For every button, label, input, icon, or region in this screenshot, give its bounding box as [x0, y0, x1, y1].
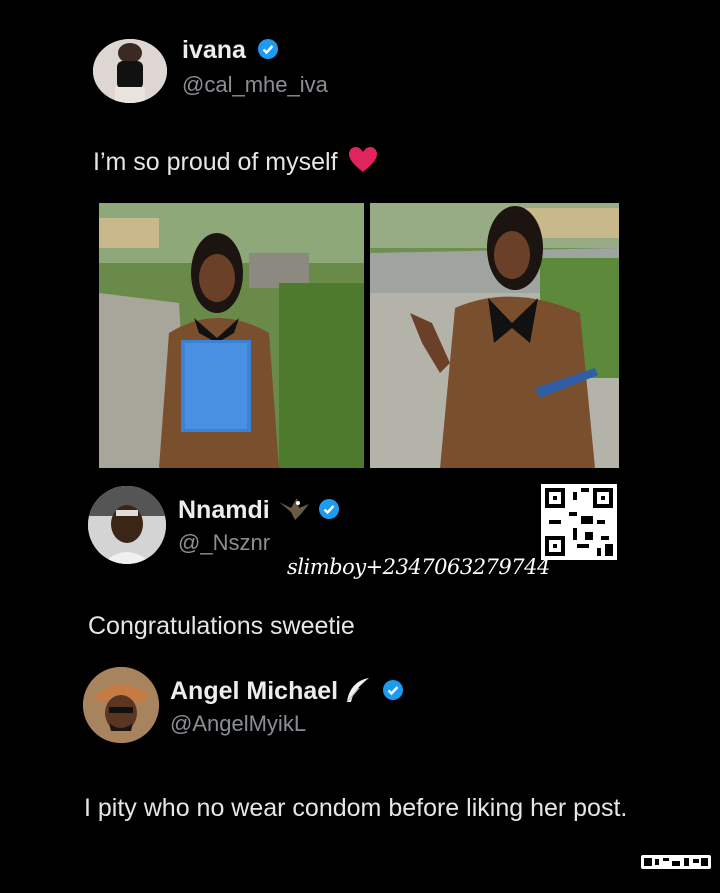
- corner-qr-icon: [641, 855, 711, 869]
- avatar-image: [93, 39, 167, 103]
- heart-emoji-icon: [349, 147, 378, 173]
- post-photo-1[interactable]: [99, 203, 364, 468]
- feather-emoji-icon: [346, 678, 370, 703]
- eagle-emoji-icon: [278, 498, 309, 521]
- avatar-image: [83, 667, 159, 743]
- verified-badge-icon: [318, 499, 339, 520]
- verified-badge-icon: [257, 39, 278, 60]
- qr-code-icon: [541, 484, 617, 560]
- watermark-text: slimboy+2347063279744: [287, 555, 550, 579]
- reply-text: Congratulations sweetie: [88, 612, 355, 640]
- avatar[interactable]: [88, 486, 166, 564]
- reply-author-name[interactable]: Nnamdi: [178, 496, 340, 525]
- reply-author-handle[interactable]: @AngelMyikL: [170, 711, 306, 737]
- avatar[interactable]: [93, 39, 167, 103]
- verified-badge-icon: [383, 680, 403, 701]
- post-text: I’m so proud of myself: [93, 147, 378, 177]
- reply-author-name[interactable]: Angel Michael: [170, 677, 404, 706]
- reply-author-handle[interactable]: @_Nsznr: [178, 530, 270, 556]
- avatar[interactable]: [83, 667, 159, 743]
- photo-image: [99, 203, 364, 468]
- photo-image: [370, 203, 619, 468]
- qr-code-pattern: [545, 488, 613, 556]
- avatar-image: [88, 486, 166, 564]
- reply-text: I pity who no wear condom before liking …: [84, 794, 628, 822]
- corner-qr-pattern: [644, 858, 708, 866]
- post-author-handle[interactable]: @cal_mhe_iva: [182, 72, 328, 98]
- post-author-name[interactable]: ivana: [182, 36, 279, 65]
- post-photo-2[interactable]: [370, 203, 619, 468]
